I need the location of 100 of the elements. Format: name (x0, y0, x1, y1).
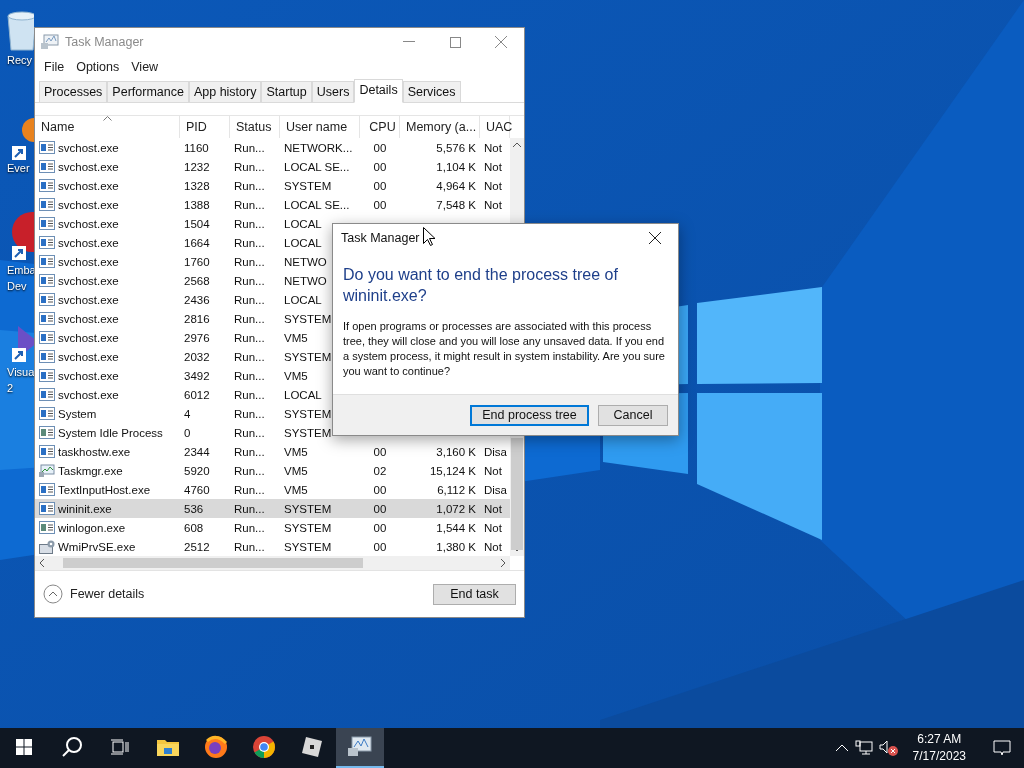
table-cell: VM5 (284, 331, 308, 344)
table-cell: 1,380 K (436, 540, 476, 553)
table-cell: 5920 (184, 464, 210, 477)
table-cell: SYSTEM (284, 521, 332, 534)
table-cell: Run... (234, 407, 265, 420)
table-cell: 4760 (184, 483, 210, 496)
table-cell: SYSTEM (284, 426, 332, 439)
table-cell: 608 (184, 521, 204, 534)
table-cell: Not (484, 160, 502, 173)
table-cell: Not (484, 540, 502, 553)
table-cell: 4,964 K (436, 179, 476, 192)
table-cell: Run... (234, 540, 265, 553)
table-cell: 1,104 K (436, 160, 476, 173)
table-cell: Run... (234, 236, 265, 249)
icon-label: 2 (7, 381, 14, 396)
table-cell: 1328 (184, 179, 210, 192)
icon-label: Ever (7, 161, 30, 176)
icon-label: Recy (7, 53, 33, 68)
process-name: svchost.exe (58, 217, 119, 230)
table-cell: Run... (234, 217, 265, 230)
table-cell: Run... (234, 521, 265, 534)
dialog-heading: Do you want to end the process tree of wininit.exe? (342, 265, 619, 306)
table-cell: VM5 (284, 464, 308, 477)
table-cell: 00 (373, 160, 387, 173)
table-cell: SYSTEM (284, 312, 332, 325)
process-name: svchost.exe (58, 388, 119, 401)
table-cell: Run... (234, 426, 265, 439)
table-cell: Run... (234, 483, 265, 496)
table-cell: SYSTEM (284, 350, 332, 363)
table-cell: LOCAL SE... (284, 198, 350, 211)
table-cell: 1504 (184, 217, 210, 230)
table-cell: 6,112 K (437, 483, 476, 496)
process-name: winlogon.exe (58, 521, 126, 534)
table-cell: Run... (234, 179, 265, 192)
table-cell: Run... (234, 445, 265, 458)
table-cell: Run... (234, 274, 265, 287)
dialog-message: If open programs or processes are associated with this process tree, they will close and you will lose any unsaved data. If you end a system process, it might result in system instability. Are you sure you want to continue? (342, 319, 666, 379)
table-cell: VM5 (284, 369, 308, 382)
table-cell: Not (484, 141, 502, 154)
table-cell: VM5 (284, 445, 308, 458)
table-cell: Run... (234, 350, 265, 363)
table-cell: Not (484, 464, 502, 477)
process-name: svchost.exe (58, 236, 119, 249)
table-cell: 2568 (184, 274, 210, 287)
table-cell: SYSTEM (284, 407, 332, 420)
process-name: TextInputHost.exe (58, 483, 151, 496)
table-cell: 02 (373, 464, 387, 477)
table-cell: 00 (373, 198, 387, 211)
table-cell: LOCAL SE... (284, 160, 350, 173)
table-cell: NETWO (284, 274, 327, 287)
process-name: Taskmgr.exe (58, 464, 123, 477)
table-cell: VM5 (284, 483, 308, 496)
table-cell: 3492 (184, 369, 210, 382)
table-cell: Run... (234, 369, 265, 382)
table-cell: 5,576 K (436, 141, 476, 154)
table-cell: 00 (373, 179, 387, 192)
table-cell: 00 (373, 483, 387, 496)
table-cell: 2032 (184, 350, 210, 363)
table-cell: SYSTEM (284, 502, 332, 515)
table-cell: 4 (184, 407, 191, 420)
table-cell: 1664 (184, 236, 210, 249)
process-name: svchost.exe (58, 274, 119, 287)
table-cell: 3,160 K (436, 445, 476, 458)
process-name: System (58, 407, 97, 420)
table-cell: 1760 (184, 255, 210, 268)
icon-label: Visua (7, 365, 35, 380)
table-cell: Run... (234, 464, 265, 477)
table-cell: Run... (234, 255, 265, 268)
table-cell: Run... (234, 160, 265, 173)
table-cell: 2436 (184, 293, 210, 306)
dialog-title: Task Manager (341, 231, 420, 245)
table-cell: 7,548 K (436, 198, 476, 211)
table-cell: Run... (234, 198, 265, 211)
process-name: svchost.exe (58, 160, 119, 173)
table-cell: 00 (373, 540, 387, 553)
table-cell: 1160 (184, 141, 209, 154)
table-cell: Not (484, 198, 502, 211)
table-cell: 0 (184, 426, 191, 439)
table-cell: SYSTEM (284, 179, 332, 192)
process-name: wininit.exe (58, 502, 112, 515)
table-cell: NETWO (284, 255, 327, 268)
table-cell: 00 (373, 445, 387, 458)
table-cell: 2976 (184, 331, 210, 344)
window-title: Task Manager (65, 35, 145, 49)
table-cell: 1388 (184, 198, 210, 211)
process-name: svchost.exe (58, 293, 119, 306)
process-name: svchost.exe (58, 312, 119, 325)
table-cell: NETWORK... (284, 141, 353, 154)
table-cell: Run... (234, 312, 265, 325)
process-name: WmiPrvSE.exe (58, 540, 136, 553)
table-cell: Not (484, 502, 502, 515)
table-cell: Not (484, 521, 502, 534)
table-cell: LOCAL (284, 236, 322, 249)
table-cell: Disa (484, 445, 507, 458)
table-cell: Run... (234, 502, 265, 515)
icon-label: Dev (7, 279, 27, 294)
process-name: svchost.exe (58, 331, 119, 344)
process-name: svchost.exe (58, 141, 119, 154)
process-name: svchost.exe (58, 369, 119, 382)
process-name: svchost.exe (58, 198, 119, 211)
